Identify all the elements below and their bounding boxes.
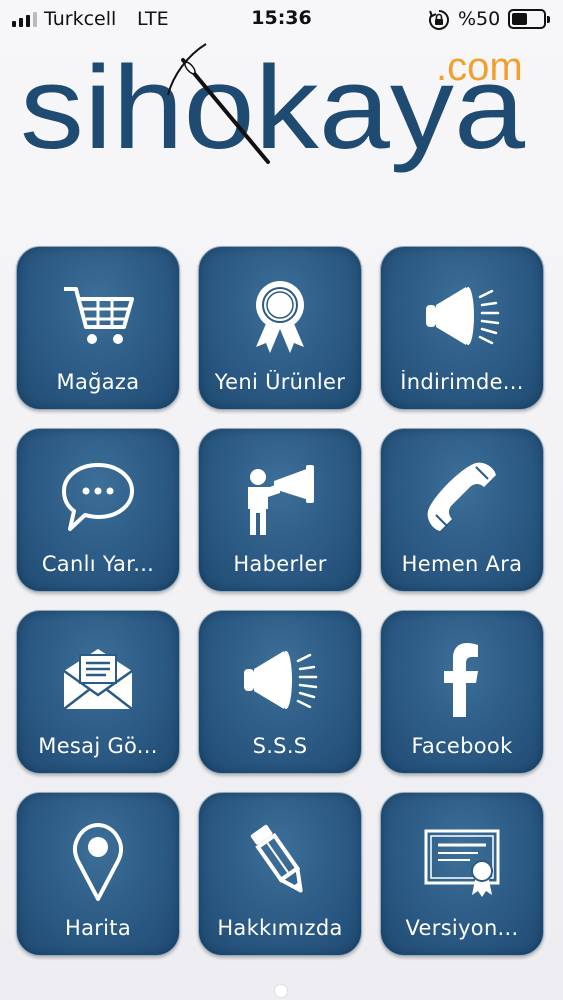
tile-label: İndirimde... [400,370,524,394]
phone-icon [427,462,496,531]
tile-label: S.S.S [252,734,308,758]
tile-label: Hakkımızda [217,916,343,940]
tile-indirimde[interactable]: İndirimde... [380,246,544,410]
tile-label: Mağaza [56,370,140,394]
status-bar: Turkcell LTE 15:36 %50 [0,0,563,40]
tile-facebook[interactable]: Facebook [380,610,544,774]
tile-yeni-urunler[interactable]: Yeni Ürünler [198,246,362,410]
pencil-icon [250,824,303,893]
tile-mesaj-gonder[interactable]: Mesaj Gö... [16,610,180,774]
tile-label: Mesaj Gö... [38,734,158,758]
tile-magaza[interactable]: Mağaza [16,246,180,410]
battery-percentage: %50 [458,8,501,30]
envelope-icon [63,649,133,710]
tile-label: Canlı Yar... [41,552,155,576]
tile-harita[interactable]: Harita [16,792,180,956]
tile-versiyon[interactable]: Versiyon... [380,792,544,956]
megaphone-icon [244,651,318,709]
tile-label: Harita [64,916,132,940]
sihokaya-logo: sihokaya .com [20,42,525,174]
page-indicator-dot[interactable] [275,985,287,997]
tile-label: Yeni Ürünler [214,370,346,394]
award-ribbon-icon [256,281,304,353]
cart-icon [64,287,134,344]
tile-label: Facebook [411,734,513,758]
megaphone-icon [426,287,500,345]
certificate-icon [424,829,500,897]
tile-hemen-ara[interactable]: Hemen Ara [380,428,544,592]
tile-canli-yardim[interactable]: Canlı Yar... [16,428,180,592]
tile-haberler[interactable]: Haberler [198,428,362,592]
facebook-icon [444,643,478,717]
chat-bubble-icon [62,463,134,531]
person-megaphone-icon [248,465,314,535]
tile-label: Hemen Ara [401,552,523,576]
menu-grid: Mağaza Yeni Ürünler İndirimde... Canlı Y… [16,246,544,956]
tile-sss[interactable]: S.S.S [198,610,362,774]
tile-label: Versiyon... [405,916,519,940]
map-pin-icon [73,823,123,901]
battery-icon [508,9,550,29]
tile-label: Haberler [233,552,327,576]
tile-hakkimizda[interactable]: Hakkımızda [198,792,362,956]
logo-suffix-text: .com [436,45,523,89]
rotation-lock-icon [429,10,449,30]
